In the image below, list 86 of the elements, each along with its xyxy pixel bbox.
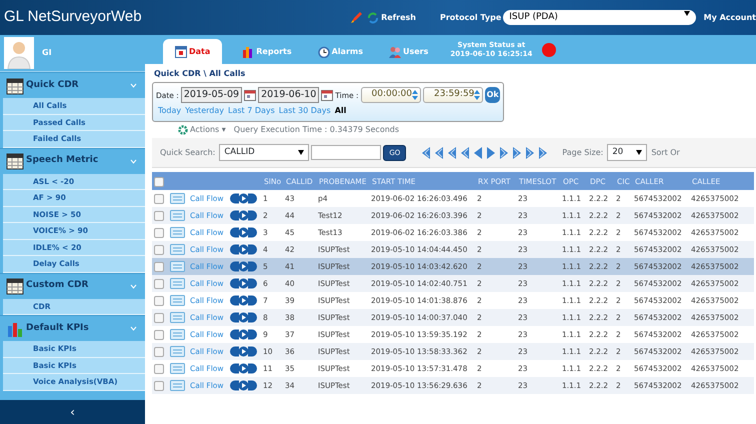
protocol-type-select[interactable]: ISUP (PDA) (503, 10, 696, 26)
row-checkbox[interactable] (154, 381, 164, 392)
next-ten-pages-icon[interactable] (524, 146, 536, 160)
alarm-clock-icon (318, 46, 330, 58)
my-account-link[interactable]: My Account (704, 12, 756, 24)
chevron-down-icon[interactable] (130, 158, 137, 164)
next-five-pages-icon[interactable] (511, 146, 522, 160)
nav-tab[interactable]: Users (376, 39, 440, 64)
play-controls-icon[interactable] (230, 312, 257, 324)
collapse-sidebar-button[interactable]: ‹ (0, 400, 145, 424)
row-checkbox[interactable] (154, 262, 164, 272)
play-controls-icon[interactable] (230, 346, 257, 358)
query-time-text: Query Execution Time : 0.34379 Seconds (234, 124, 400, 136)
previous-five-pages-icon[interactable] (446, 146, 458, 160)
dropdown-arrow-icon (636, 150, 642, 156)
table-icon (6, 152, 24, 170)
protocol-type-label: Protocol Type (440, 12, 502, 24)
page-size-label: Page Size: (562, 146, 604, 159)
dropdown-arrow-icon (298, 150, 304, 156)
user-name: GI (42, 47, 52, 59)
select-all-checkbox[interactable] (154, 176, 164, 187)
ok-button[interactable]: Ok (485, 87, 500, 104)
row-checkbox[interactable] (154, 211, 164, 222)
date-range-link[interactable]: Last 30 Days (278, 105, 331, 118)
dropdown-arrow-icon (684, 10, 690, 16)
nav-tab[interactable]: Reports (230, 39, 304, 64)
users-icon (388, 46, 401, 58)
sort-order-label: Sort Or (651, 146, 680, 159)
row-checkbox[interactable] (154, 347, 164, 358)
previous-page-icon[interactable] (472, 146, 484, 160)
last-page-icon[interactable] (537, 146, 548, 160)
end-date-field[interactable]: 2019-06-10 (258, 87, 320, 104)
date-range-link[interactable]: Today (158, 105, 182, 118)
refresh-icon (367, 12, 380, 24)
actions-menu[interactable]: Actions ▾ (178, 124, 226, 136)
app-logo: GL NetSurveyorWeb (4, 7, 143, 28)
previous-two-pages-icon[interactable] (459, 146, 470, 160)
play-controls-icon[interactable] (230, 261, 257, 272)
row-checkbox[interactable] (154, 194, 164, 204)
avatar-silhouette-icon (4, 37, 34, 69)
start-date-field[interactable]: 2019-05-09 (180, 87, 242, 104)
refresh-button[interactable]: Refresh (367, 12, 416, 24)
row-checkbox[interactable] (154, 279, 164, 290)
chevron-down-icon[interactable] (130, 284, 137, 288)
nav-tab[interactable]: Alarms (306, 39, 375, 64)
row-checkbox[interactable] (154, 364, 164, 374)
search-input-field[interactable] (311, 145, 382, 160)
play-controls-icon[interactable] (230, 278, 257, 290)
row-checkbox[interactable] (154, 313, 164, 324)
quick-search-label: Quick Search: (160, 146, 216, 159)
date-range-link[interactable]: Last 7 Days (228, 105, 275, 118)
next-page-icon[interactable] (485, 146, 496, 160)
bar-chart-icon (242, 46, 254, 58)
row-checkbox[interactable] (154, 296, 164, 306)
play-controls-icon[interactable] (230, 295, 257, 306)
play-controls-icon[interactable] (230, 227, 257, 238)
calendar-icon[interactable] (321, 88, 334, 102)
row-checkbox[interactable] (154, 330, 164, 340)
nav-tab[interactable]: Data (163, 39, 222, 64)
play-controls-icon[interactable] (230, 380, 257, 392)
calendar-icon[interactable] (244, 88, 256, 102)
date-range-link[interactable]: All (334, 105, 346, 118)
time-spinner-field[interactable]: 00:00:00 (360, 87, 421, 103)
first-page-icon[interactable] (420, 146, 432, 160)
calendar-icon (175, 46, 187, 58)
row-checkbox[interactable] (154, 245, 164, 256)
gear-icon (178, 125, 188, 136)
date-range-link[interactable]: Yesterday (185, 105, 224, 118)
play-controls-icon[interactable] (230, 363, 257, 374)
page-size-select[interactable]: 20 (607, 144, 648, 162)
play-controls-icon[interactable] (230, 244, 257, 256)
play-controls-icon[interactable] (230, 193, 257, 204)
time-spinner-field[interactable]: 23:59:59 (422, 87, 484, 103)
table-icon (6, 76, 24, 94)
previous-ten-pages-icon[interactable] (433, 146, 444, 160)
row-checkbox[interactable] (154, 228, 164, 238)
spinner-arrows-icon[interactable] (412, 89, 418, 102)
search-field-select[interactable]: CALLID (219, 144, 310, 162)
chevron-down-icon[interactable] (130, 326, 137, 331)
breadcrumb-text: Quick CDR \ All Calls (154, 68, 246, 80)
table-icon (6, 277, 24, 295)
next-two-pages-icon[interactable] (498, 146, 510, 160)
play-controls-icon[interactable] (230, 210, 257, 222)
spinner-arrows-icon[interactable] (474, 89, 480, 102)
play-controls-icon[interactable] (230, 329, 257, 340)
chevron-down-icon[interactable] (130, 83, 137, 88)
